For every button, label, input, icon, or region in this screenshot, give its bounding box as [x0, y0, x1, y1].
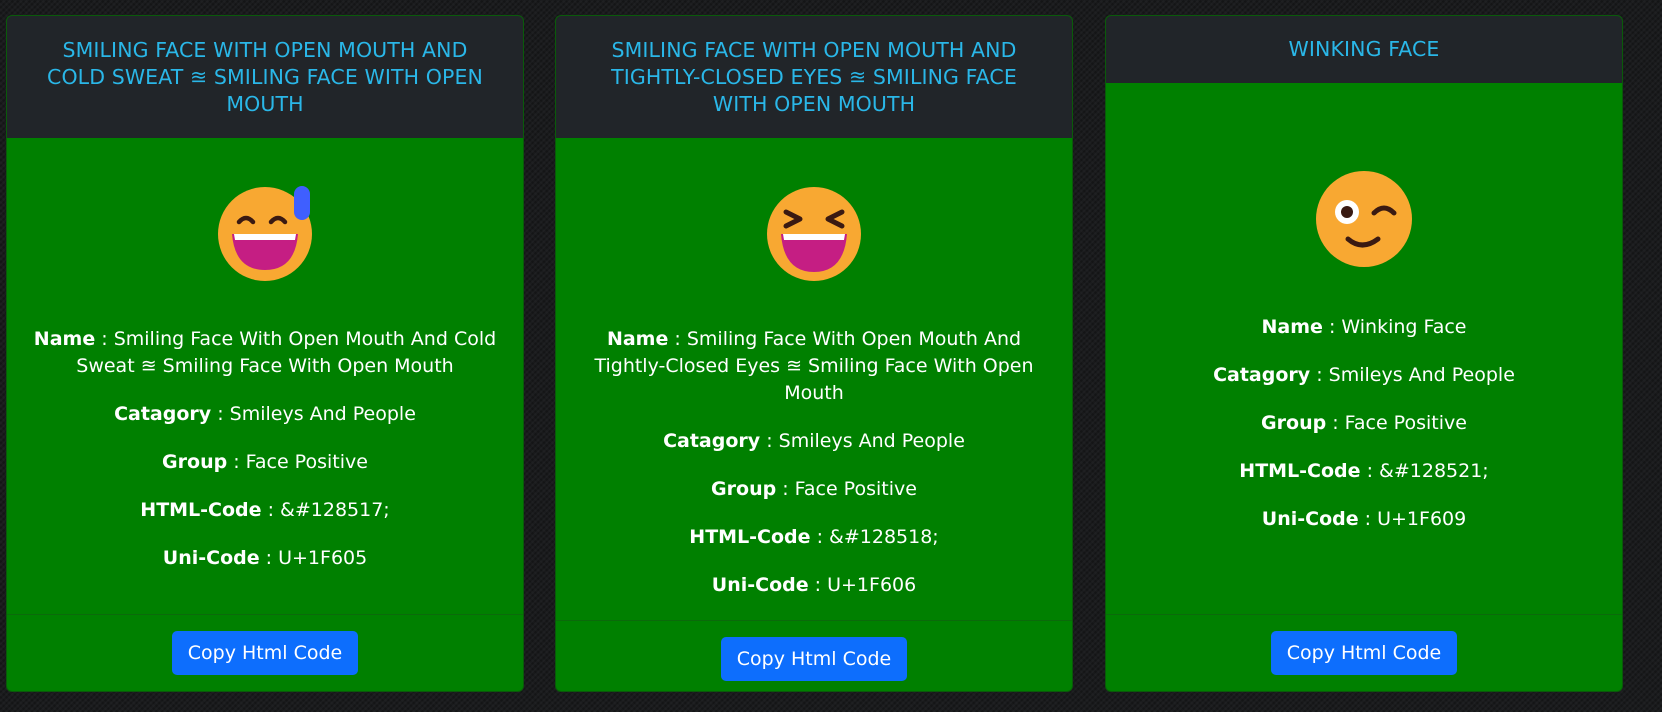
group-label: Group: [1261, 412, 1327, 434]
name-value: : Smiling Face With Open Mouth And Cold …: [76, 328, 497, 377]
group-value: : Face Positive: [227, 451, 368, 473]
name-label: Name: [606, 328, 669, 350]
group-label: Group: [711, 478, 777, 500]
name-label: Name: [33, 328, 96, 350]
category-value: : Smileys And People: [211, 403, 416, 425]
category-label: Catagory: [1213, 364, 1311, 386]
html-code-row: HTML-Code : &#128518;: [574, 524, 1054, 551]
unicode-row: Uni-Code : U+1F605: [25, 545, 505, 572]
category-value: : Smileys And People: [760, 430, 965, 452]
winking-face-icon: [1314, 169, 1414, 269]
copy-html-code-button[interactable]: Copy Html Code: [1271, 631, 1457, 675]
emoji-card: SMILING FACE WITH OPEN MOUTH AND COLD SW…: [6, 15, 524, 692]
unicode-row: Uni-Code : U+1F609: [1124, 506, 1604, 533]
group-value: : Face Positive: [776, 478, 917, 500]
card-title: SMILING FACE WITH OPEN MOUTH AND COLD SW…: [7, 16, 523, 138]
category-row: Catagory : Smileys And People: [1124, 362, 1604, 389]
emoji-details: Name : Smiling Face With Open Mouth And …: [25, 326, 505, 593]
html-code-row: HTML-Code : &#128521;: [1124, 458, 1604, 485]
emoji-details: Name : Winking Face Catagory : Smileys A…: [1124, 314, 1604, 554]
emoji-card-grid: SMILING FACE WITH OPEN MOUTH AND COLD SW…: [0, 0, 1662, 712]
html-code-row: HTML-Code : &#128517;: [25, 497, 505, 524]
name-label: Name: [1261, 316, 1323, 338]
card-body: Name : Smiling Face With Open Mouth And …: [7, 138, 523, 614]
card-title: SMILING FACE WITH OPEN MOUTH AND TIGHTLY…: [556, 16, 1072, 138]
grinning-face-with-sweat-icon: [215, 182, 315, 282]
group-value: : Face Positive: [1326, 412, 1467, 434]
unicode-label: Uni-Code: [711, 574, 809, 596]
unicode-value: : U+1F605: [259, 547, 368, 569]
html-code-value: : &#128521;: [1360, 460, 1489, 482]
emoji-card: SMILING FACE WITH OPEN MOUTH AND TIGHTLY…: [555, 15, 1073, 692]
card-body: Name : Smiling Face With Open Mouth And …: [556, 138, 1072, 620]
group-label: Group: [162, 451, 228, 473]
copy-html-code-button[interactable]: Copy Html Code: [721, 637, 907, 681]
card-footer: Copy Html Code: [1106, 614, 1622, 691]
card-footer: Copy Html Code: [7, 614, 523, 691]
category-row: Catagory : Smileys And People: [574, 428, 1054, 455]
html-code-label: HTML-Code: [689, 526, 811, 548]
html-code-label: HTML-Code: [1239, 460, 1361, 482]
emoji-details: Name : Smiling Face With Open Mouth And …: [574, 326, 1054, 620]
category-label: Catagory: [114, 403, 212, 425]
card-footer: Copy Html Code: [556, 620, 1072, 691]
group-row: Group : Face Positive: [25, 449, 505, 476]
html-code-value: : &#128517;: [261, 499, 390, 521]
category-label: Catagory: [663, 430, 761, 452]
unicode-label: Uni-Code: [1261, 508, 1359, 530]
group-row: Group : Face Positive: [1124, 410, 1604, 437]
group-row: Group : Face Positive: [574, 476, 1054, 503]
unicode-row: Uni-Code : U+1F606: [574, 572, 1054, 599]
grinning-squinting-face-icon: [764, 182, 864, 282]
name-row: Name : Winking Face: [1124, 314, 1604, 341]
category-value: : Smileys And People: [1310, 364, 1515, 386]
copy-html-code-button[interactable]: Copy Html Code: [172, 631, 358, 675]
card-title: WINKING FACE: [1106, 16, 1622, 83]
unicode-label: Uni-Code: [162, 547, 260, 569]
unicode-value: : U+1F606: [808, 574, 917, 596]
card-body: Name : Winking Face Catagory : Smileys A…: [1106, 83, 1622, 614]
name-row: Name : Smiling Face With Open Mouth And …: [25, 326, 505, 380]
unicode-value: : U+1F609: [1358, 508, 1467, 530]
name-row: Name : Smiling Face With Open Mouth And …: [574, 326, 1054, 407]
html-code-value: : &#128518;: [810, 526, 939, 548]
emoji-card: WINKING FACE Name : Winking Face Catagor…: [1105, 15, 1623, 692]
html-code-label: HTML-Code: [140, 499, 262, 521]
category-row: Catagory : Smileys And People: [25, 401, 505, 428]
name-value: : Winking Face: [1322, 316, 1467, 338]
